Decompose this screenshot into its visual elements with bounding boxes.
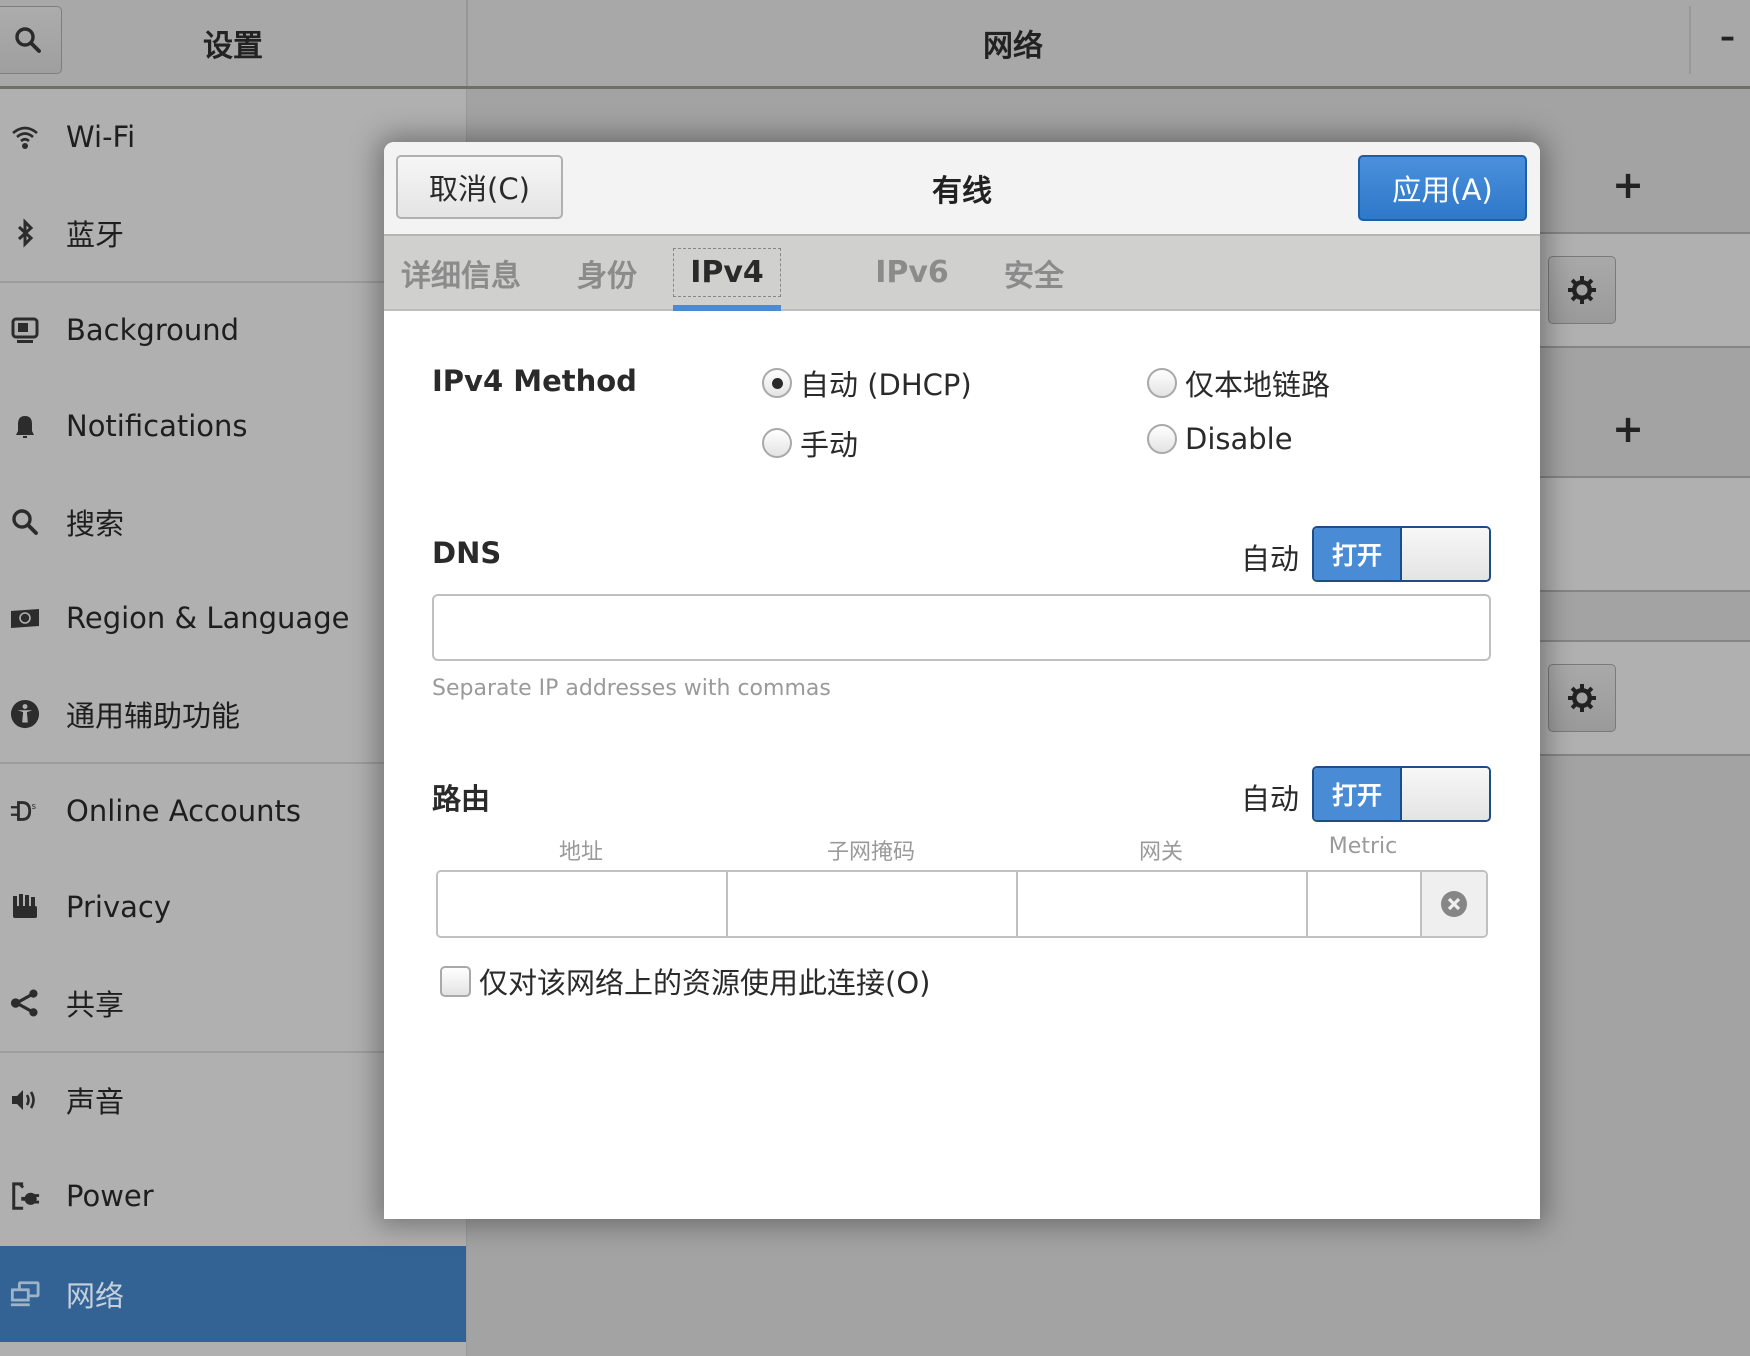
tab-security[interactable]: 安全 — [984, 236, 1084, 309]
header-divider — [1689, 6, 1691, 74]
route-gateway-input[interactable] — [1018, 872, 1308, 936]
background-icon — [10, 315, 40, 345]
bluetooth-icon — [10, 218, 40, 248]
only-local-resources-option[interactable]: 仅对该网络上的资源使用此连接(O) — [440, 960, 930, 1002]
sidebar-item-label: 通用辅助功能 — [66, 699, 241, 733]
sidebar-item-label: Privacy — [66, 890, 171, 924]
routes-auto-switch[interactable]: 打开 — [1312, 766, 1491, 822]
sidebar-item-label: Wi-Fi — [66, 120, 136, 154]
sidebar-item-label: 共享 — [66, 988, 125, 1022]
route-metric-input[interactable] — [1308, 872, 1422, 936]
power-icon — [10, 1181, 40, 1211]
svg-text:s: s — [32, 801, 36, 811]
page-title: 网络 — [983, 29, 1043, 64]
route-row — [436, 870, 1488, 938]
tab-label: IPv4 — [673, 248, 781, 297]
sidebar-item-label: Region & Language — [66, 601, 350, 635]
sidebar-item-network[interactable]: 网络 — [0, 1246, 466, 1342]
gear-icon — [1568, 276, 1596, 304]
sidebar-item-label: Background — [66, 313, 240, 347]
sidebar-item-label: 网络 — [66, 1279, 125, 1313]
routes-auto-label: 自动 — [1241, 782, 1300, 816]
method-radio-manual[interactable]: 手动 — [762, 422, 858, 464]
dns-input[interactable] — [432, 594, 1491, 661]
minimize-button[interactable]: – — [1720, 20, 1750, 70]
radio-label: Disable — [1185, 422, 1293, 456]
route-address-input[interactable] — [438, 872, 728, 936]
apply-button[interactable]: 应用(A) — [1358, 155, 1527, 221]
switch-knob[interactable] — [1400, 768, 1489, 820]
tab-ipv4[interactable]: IPv4 — [672, 236, 782, 311]
active-tab-indicator — [673, 305, 781, 311]
radio-label: 仅本地链路 — [1185, 368, 1331, 402]
bell-icon — [10, 411, 40, 441]
wired-settings-button[interactable] — [1548, 256, 1616, 324]
ipv4-method-label: IPv4 Method — [432, 364, 637, 398]
route-netmask-input[interactable] — [728, 872, 1018, 936]
tab-ipv6[interactable]: IPv6 — [862, 236, 962, 309]
plus-icon: + — [1612, 163, 1644, 207]
accessibility-icon — [10, 699, 40, 729]
routes-label: 路由 — [432, 782, 491, 816]
region-icon — [10, 603, 40, 633]
speaker-icon — [10, 1085, 40, 1115]
tab-label: 身份 — [577, 258, 637, 294]
column-header-gateway: 网关 — [1138, 840, 1183, 865]
radio-label: 自动 (DHCP) — [800, 368, 972, 402]
dns-label: DNS — [432, 536, 502, 570]
radio-button[interactable] — [762, 428, 792, 458]
online-accounts-icon: s — [10, 796, 40, 826]
radio-button-checked[interactable] — [762, 368, 792, 398]
tab-bar: 详细信息 身份 IPv4 IPv6 安全 — [384, 236, 1540, 311]
method-radio-link-local[interactable]: 仅本地链路 — [1147, 362, 1330, 404]
switch-on-label: 打开 — [1314, 528, 1400, 580]
sidebar-item-label: 蓝牙 — [66, 218, 125, 252]
sidebar-item-label: 声音 — [66, 1085, 125, 1119]
add-connection-button[interactable]: + — [1608, 163, 1648, 207]
cancel-button[interactable]: 取消(C) — [396, 155, 563, 219]
radio-button[interactable] — [1147, 368, 1177, 398]
proxy-settings-button[interactable] — [1548, 664, 1616, 732]
tab-identity[interactable]: 身份 — [557, 236, 657, 309]
dialog-header: 取消(C) 有线 应用(A) — [384, 142, 1540, 236]
sidebar-item-label: 搜索 — [66, 507, 125, 541]
plus-icon: + — [1612, 407, 1644, 451]
dns-auto-switch[interactable]: 打开 — [1312, 526, 1491, 582]
delete-route-button[interactable] — [1422, 872, 1486, 936]
clear-icon — [1441, 891, 1467, 917]
sidebar-item-label: Notifications — [66, 409, 248, 443]
network-icon — [10, 1279, 40, 1309]
switch-knob[interactable] — [1400, 528, 1489, 580]
only-local-resources-label: 仅对该网络上的资源使用此连接(O) — [479, 966, 931, 1000]
method-radio-dhcp[interactable]: 自动 (DHCP) — [762, 362, 972, 404]
column-header-address: 地址 — [558, 840, 603, 865]
column-header-metric: Metric — [1328, 834, 1398, 859]
sidebar-item-label: Power — [66, 1179, 154, 1213]
radio-button[interactable] — [1147, 424, 1177, 454]
privacy-hand-icon — [10, 892, 40, 922]
dns-auto-label: 自动 — [1241, 542, 1300, 576]
column-header-netmask: 子网掩码 — [826, 840, 915, 865]
wifi-icon — [10, 122, 40, 152]
add-vpn-button[interactable]: + — [1608, 407, 1648, 451]
tab-label: 安全 — [1004, 258, 1064, 294]
wired-connection-dialog: 取消(C) 有线 应用(A) 详细信息 身份 IPv4 IPv6 安全 IPv4… — [384, 142, 1540, 1219]
tab-details[interactable]: 详细信息 — [396, 236, 526, 309]
method-radio-disable[interactable]: Disable — [1147, 422, 1293, 456]
switch-on-label: 打开 — [1314, 768, 1400, 820]
radio-label: 手动 — [800, 428, 859, 462]
share-icon — [10, 988, 40, 1018]
sidebar-item-label: Online Accounts — [66, 794, 301, 828]
header-bar: 设置 网络 – — [0, 0, 1750, 89]
dns-hint: Separate IP addresses with commas — [432, 676, 831, 701]
tab-label: IPv6 — [875, 255, 949, 290]
only-local-resources-checkbox[interactable] — [440, 965, 471, 997]
sidebar-title: 设置 — [203, 29, 263, 64]
gear-icon — [1568, 684, 1596, 712]
tab-label: 详细信息 — [401, 258, 521, 294]
search-icon — [10, 507, 40, 537]
